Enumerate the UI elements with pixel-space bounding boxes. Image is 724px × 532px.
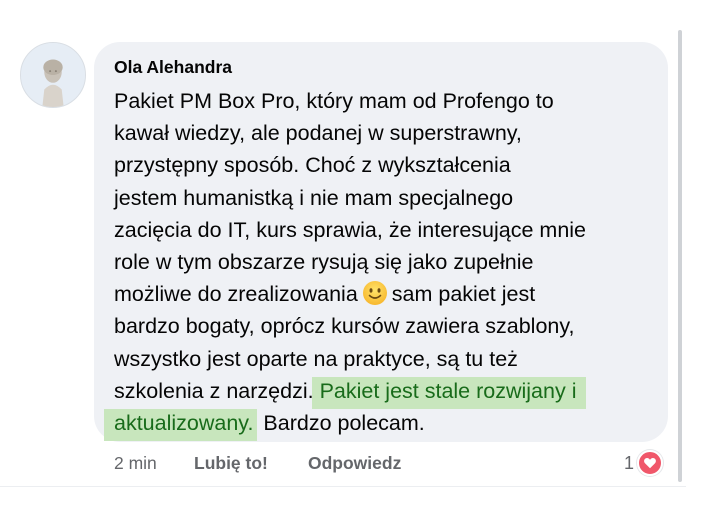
comment-text-fragment: sam pakiet jest bbox=[391, 282, 536, 307]
comment-line: zacięcia do IT, kurs sprawia, że interes… bbox=[114, 217, 587, 242]
divider bbox=[0, 486, 686, 487]
reaction-summary[interactable]: 1 bbox=[624, 449, 664, 477]
avatar-photo bbox=[21, 43, 85, 107]
comment-text: Pakiet PM Box Pro, który mam od Profengo… bbox=[104, 85, 670, 441]
like-button[interactable]: Lubię to! bbox=[194, 453, 268, 474]
avatar[interactable] bbox=[20, 42, 86, 108]
comment-line: jestem humanistką i nie mam specjalnego bbox=[114, 185, 514, 210]
reply-button[interactable]: Odpowiedz bbox=[308, 453, 401, 474]
heart-icon bbox=[637, 450, 664, 476]
comment-text-fragment: możliwe do zrealizowania bbox=[114, 282, 358, 307]
highlighted-text: Pakiet jest stale rozwijany i bbox=[311, 376, 587, 409]
comment-text-fragment: Bardzo polecam. bbox=[263, 410, 425, 435]
timestamp[interactable]: 2 min bbox=[114, 453, 157, 474]
comment-line: przystępny sposób. Choć z wykształcenia bbox=[114, 153, 511, 178]
comment-line: szkolenia z narzędzi. Pakiet jest stale … bbox=[114, 375, 670, 409]
comment-text-fragment: szkolenia z narzędzi. bbox=[114, 378, 314, 403]
author-name[interactable]: Ola Alehandra bbox=[114, 57, 232, 78]
comment-line: bardzo bogaty, oprócz kursów zawiera sza… bbox=[114, 314, 575, 339]
comment-line: Pakiet PM Box Pro, który mam od Profengo… bbox=[114, 89, 554, 113]
comment-line: kawał wiedzy, ale podanej w superstrawny… bbox=[114, 121, 522, 146]
comment-view: Ola Alehandra Pakiet PM Box Pro, który m… bbox=[0, 0, 724, 532]
comment-line: aktualizowany. Bardzo polecam. bbox=[104, 407, 670, 441]
comment-line: możliwe do zrealizowania sam pakiet jest bbox=[114, 278, 670, 310]
comment-line: role w tym obszarze rysują się jako zupe… bbox=[114, 249, 534, 274]
scrollbar[interactable] bbox=[678, 30, 682, 482]
highlighted-text: aktualizowany. bbox=[104, 408, 258, 441]
reaction-count: 1 bbox=[624, 452, 635, 473]
slightly-smiling-face-icon bbox=[362, 280, 388, 306]
comment-line: wszystko jest oparte na praktyce, są tu … bbox=[114, 346, 518, 371]
